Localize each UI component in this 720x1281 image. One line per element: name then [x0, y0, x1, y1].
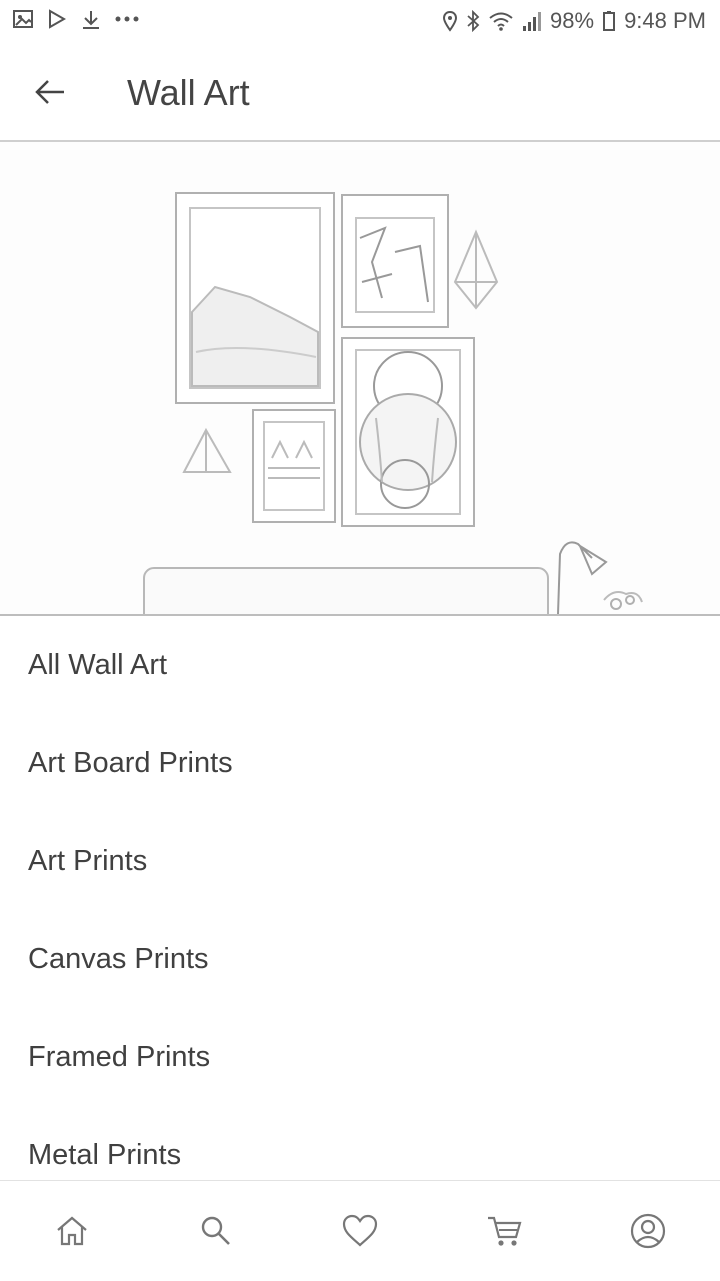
wifi-icon [488, 10, 514, 32]
category-item-canvas-prints[interactable]: Canvas Prints [0, 910, 720, 1008]
arrow-left-icon [35, 80, 64, 104]
hero-banner-image [0, 142, 720, 616]
category-label: Art Board Prints [28, 746, 233, 779]
category-item-art-prints[interactable]: Art Prints [0, 812, 720, 910]
search-icon [201, 1216, 230, 1245]
play-store-icon [46, 8, 68, 30]
category-label: Art Prints [28, 844, 148, 877]
nav-account[interactable] [576, 1181, 720, 1281]
bottom-navigation [0, 1180, 720, 1281]
nav-cart[interactable] [432, 1181, 576, 1281]
cart-icon [488, 1216, 522, 1246]
nav-favorites[interactable] [288, 1181, 432, 1281]
status-right: 98% 9:48 PM [442, 8, 706, 34]
signal-icon [522, 10, 542, 32]
gallery-icon [12, 8, 34, 30]
status-left [12, 8, 140, 30]
account-icon [630, 1213, 666, 1249]
back-button[interactable] [26, 70, 74, 114]
category-item-all-wall-art[interactable]: All Wall Art [0, 616, 720, 714]
nav-home[interactable] [0, 1181, 144, 1281]
category-label: Metal Prints [28, 1138, 182, 1171]
status-bar: 98% 9:48 PM [0, 0, 720, 44]
home-icon [57, 1216, 87, 1246]
bluetooth-icon [466, 10, 480, 32]
page-title: Wall Art [127, 72, 250, 113]
battery-icon [602, 10, 616, 32]
wall-art-category-list: All Wall Art Art Board Prints Art Prints… [0, 616, 720, 1204]
category-label: Canvas Prints [28, 942, 209, 975]
download-icon [80, 8, 102, 30]
category-item-framed-prints[interactable]: Framed Prints [0, 1008, 720, 1106]
location-icon [442, 10, 458, 32]
heart-icon [342, 1214, 378, 1247]
category-label: Framed Prints [28, 1040, 211, 1073]
category-item-art-board-prints[interactable]: Art Board Prints [0, 714, 720, 812]
clock: 9:48 PM [624, 8, 706, 33]
category-label: All Wall Art [28, 648, 168, 681]
app-bar: Wall Art [0, 44, 720, 142]
nav-search[interactable] [144, 1181, 288, 1281]
battery-percent: 98% [550, 8, 595, 33]
more-dots-icon [114, 8, 140, 30]
